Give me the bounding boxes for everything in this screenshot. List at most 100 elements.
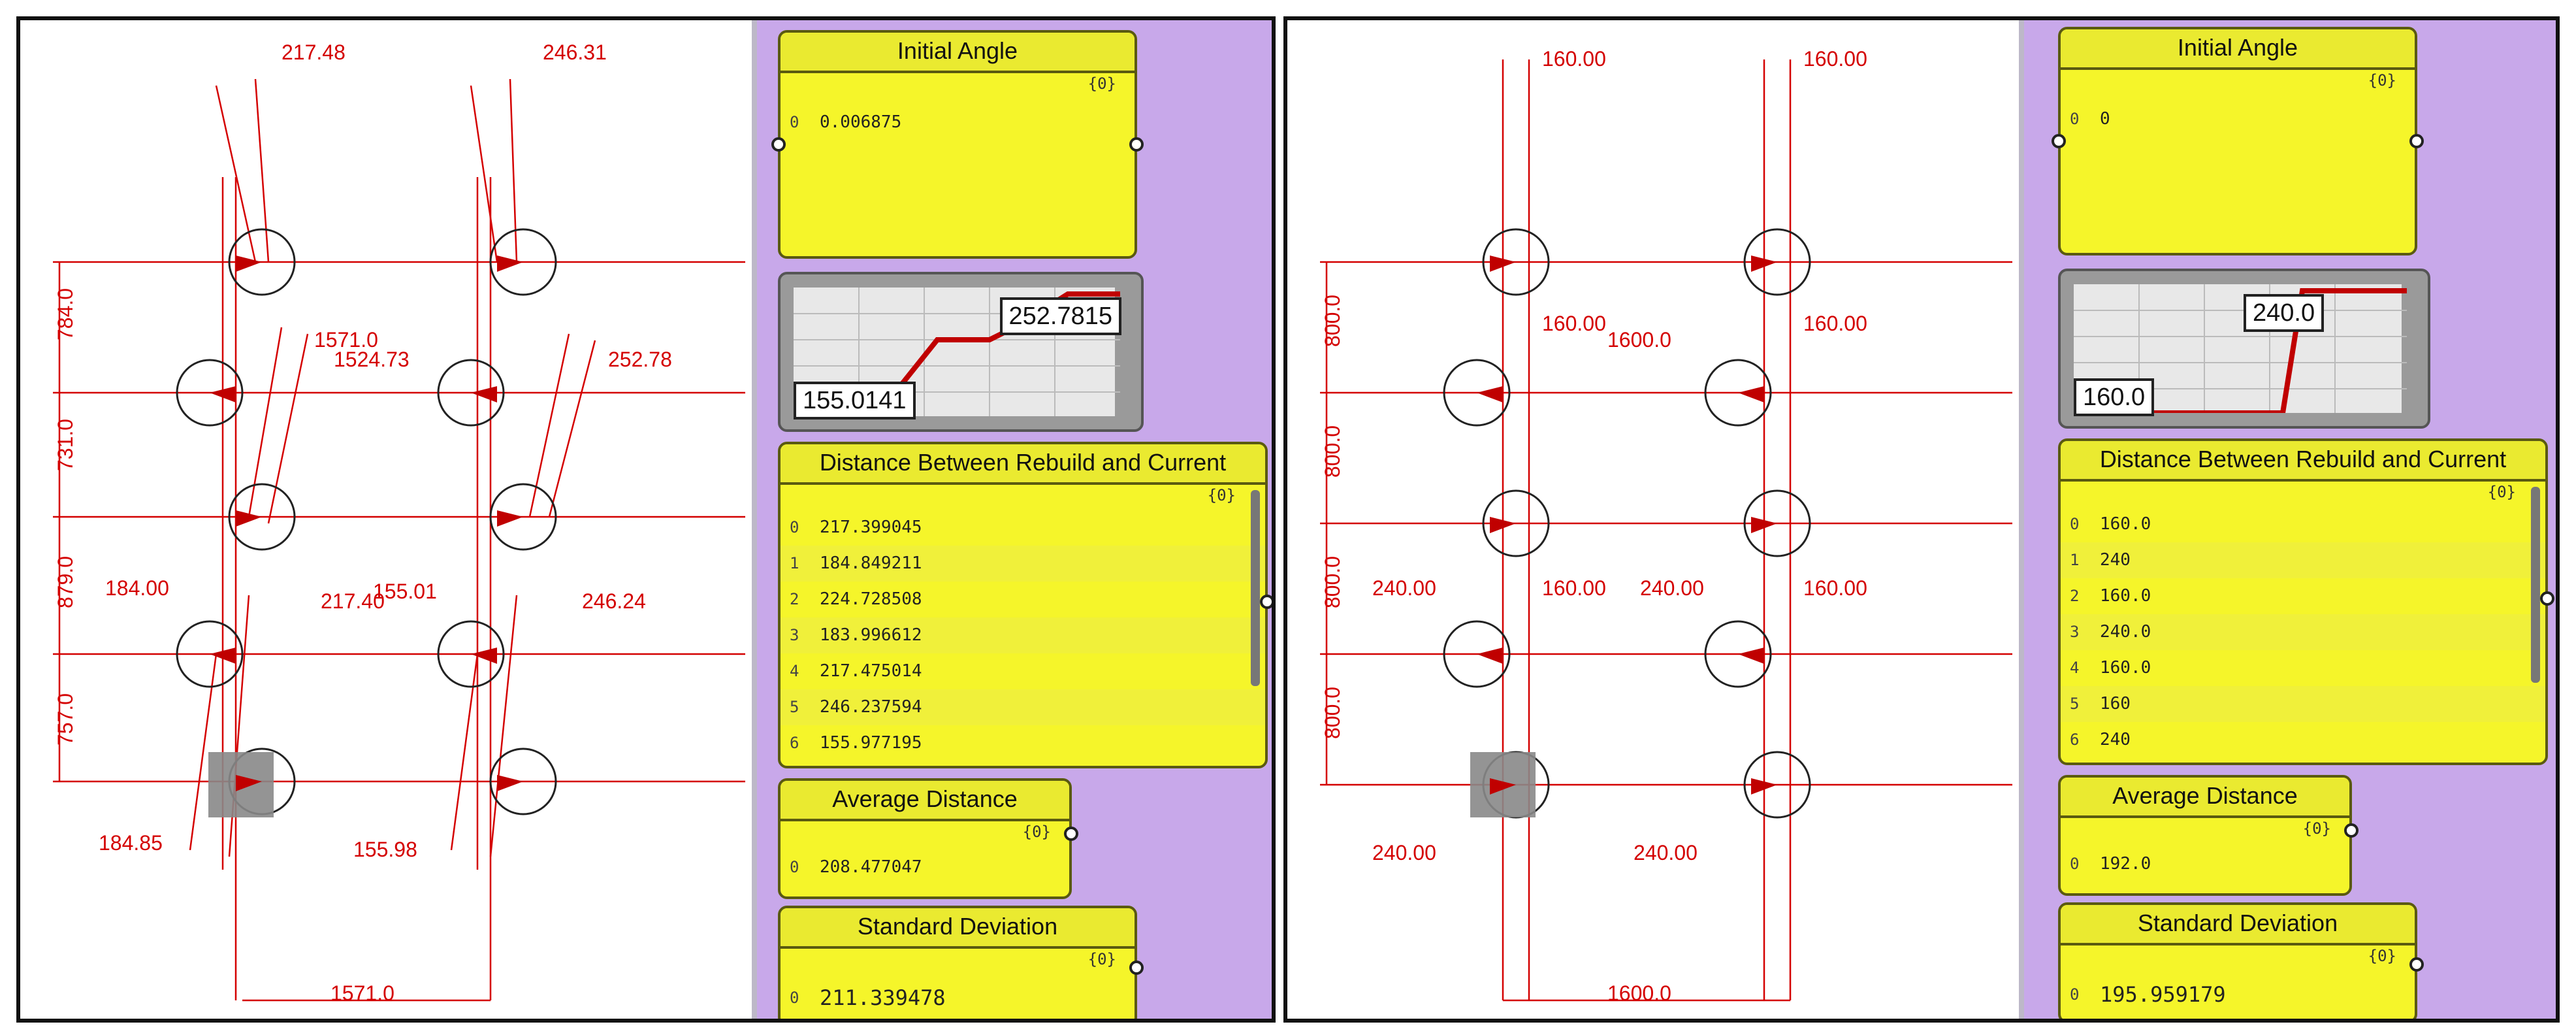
input-grip[interactable] (771, 137, 786, 152)
output-grip[interactable] (2409, 134, 2424, 148)
output-grip[interactable] (2409, 957, 2424, 972)
row-index: 0 (2070, 985, 2080, 1004)
row-index: 1 (790, 554, 799, 572)
distance-panel[interactable]: Distance Between Rebuild and Current {0}… (2058, 438, 2554, 765)
panel-title: Average Distance (781, 781, 1069, 821)
row-value: 240 (2100, 730, 2131, 749)
row-index: 0 (790, 989, 799, 1007)
row-index: 1 (2070, 551, 2080, 569)
row-value: 224.728508 (820, 589, 922, 609)
row-index: 5 (2070, 695, 2080, 713)
dim-label: 240.00 (1372, 841, 1436, 864)
right-panel: 160.00 160.00 160.00 1600.0 160.00 240.0… (1283, 16, 2560, 1023)
graph-min-label: 160.0 (2074, 378, 2155, 416)
dim-label: 252.78 (608, 348, 672, 371)
row-index: 0 (2070, 515, 2080, 533)
dim-label: 155.01 (373, 580, 437, 603)
graph-mapper[interactable]: 160.0 240.0 (2058, 269, 2430, 429)
output-grip[interactable] (1129, 137, 1144, 152)
row-index: 0 (790, 113, 799, 131)
right-cad-viewport[interactable]: 160.00 160.00 160.00 1600.0 160.00 240.0… (1287, 20, 2019, 1020)
list-item: 4 217.475014 (781, 653, 1265, 689)
row-value: 211.339478 (820, 985, 946, 1010)
dim-label: 240.00 (1372, 576, 1436, 600)
row-index: 4 (2070, 659, 2080, 677)
average-distance-panel[interactable]: Average Distance {0} 0 192.0 (2058, 775, 2359, 896)
initial-angle-panel[interactable]: Initial Angle {0} 0 0.006875 (771, 30, 1144, 259)
panel-title: Standard Deviation (781, 908, 1135, 949)
data-path: {0} (2302, 819, 2331, 838)
dim-label: 1600.0 (1607, 981, 1671, 1005)
dim-label: 800.0 (1321, 687, 1344, 739)
row-index: 6 (2070, 731, 2080, 749)
scrollbar[interactable] (2531, 487, 2540, 683)
initial-angle-panel[interactable]: Initial Angle {0} 00 (2052, 27, 2424, 255)
dim-label: 757.0 (54, 693, 77, 746)
input-grip[interactable] (2052, 134, 2066, 148)
row-value: 240 (2100, 550, 2131, 570)
scrollbar[interactable] (1251, 490, 1260, 686)
row-value: 246.237594 (820, 697, 922, 717)
row-index: 0 (2070, 855, 2080, 873)
data-path: {0} (1087, 74, 1116, 93)
graph-mapper[interactable]: 155.0141 252.7815 (778, 272, 1144, 432)
row-index: 2 (790, 590, 799, 608)
row-value: 195.959179 (2100, 982, 2226, 1007)
data-path: {0} (1207, 486, 1236, 504)
row-value: 240.0 (2100, 622, 2151, 642)
dim-label: 800.0 (1321, 556, 1344, 608)
average-distance-panel[interactable]: Average Distance {0} 0 208.477047 (778, 778, 1078, 899)
row-index: 0 (790, 518, 799, 536)
row-index: 6 (790, 734, 799, 752)
grasshopper-canvas[interactable]: Initial Angle {0} 0 0.006875 155.0141 25… (752, 20, 1272, 1019)
row-value: 183.996612 (820, 625, 922, 645)
dim-label: 160.00 (1803, 47, 1867, 71)
dim-label: 184.85 (99, 831, 163, 855)
list-item: 4 160.0 (2061, 650, 2545, 686)
list-item: 0 208.477047 (781, 849, 1069, 885)
dim-label: 160.00 (1803, 312, 1867, 335)
left-cad-viewport[interactable]: 217.48 246.31 1571.0 1524.73 252.78 184.… (20, 20, 752, 1020)
list-item: 2 224.728508 (781, 582, 1265, 617)
panel-title: Distance Between Rebuild and Current (2061, 441, 2545, 482)
panel-title: Initial Angle (781, 33, 1135, 73)
standard-deviation-panel[interactable]: Standard Deviation {0} 0 211.339478 (778, 906, 1144, 1019)
panel-title: Distance Between Rebuild and Current (781, 444, 1265, 485)
row-index: 3 (790, 626, 799, 644)
standard-deviation-panel[interactable]: Standard Deviation {0} 0 195.959179 (2058, 902, 2424, 1019)
row-index: 0 (790, 858, 799, 876)
row-index: 4 (790, 662, 799, 680)
list-item: 6 240 (2061, 722, 2545, 758)
row-value: 192.0 (2100, 854, 2151, 874)
list-item: 0 160.0 (2061, 506, 2545, 542)
dim-label: 160.00 (1542, 576, 1606, 600)
grasshopper-canvas[interactable]: Initial Angle {0} 00 160.0 240.0 Distanc… (2019, 20, 2556, 1019)
list-item: 5 160 (2061, 686, 2545, 722)
dim-label: 784.0 (54, 288, 77, 340)
output-grip[interactable] (2540, 591, 2554, 606)
left-panel: 217.48 246.31 1571.0 1524.73 252.78 184.… (16, 16, 1276, 1023)
list-item: 1 184.849211 (781, 546, 1265, 582)
row-value: 160.0 (2100, 586, 2151, 606)
row-index: 2 (2070, 587, 2080, 605)
list-item: 2 160.0 (2061, 578, 2545, 614)
dim-label: 160.00 (1542, 47, 1606, 71)
row-value: 160.0 (2100, 514, 2151, 534)
output-grip[interactable] (1064, 827, 1078, 841)
output-grip[interactable] (1129, 961, 1144, 975)
row-value: 217.475014 (820, 661, 922, 681)
list-item: 6 155.977195 (781, 725, 1265, 761)
dim-label: 731.0 (54, 419, 77, 471)
dim-label: 240.00 (1634, 841, 1698, 864)
distance-panel[interactable]: Distance Between Rebuild and Current {0}… (778, 442, 1272, 768)
output-grip[interactable] (2344, 823, 2359, 838)
row-value: 0 (2100, 109, 2110, 129)
dim-label: 246.24 (582, 589, 646, 613)
panel-title: Standard Deviation (2061, 905, 2415, 945)
list-item: 0 0.006875 (781, 105, 1135, 140)
output-grip[interactable] (1260, 595, 1272, 609)
data-path: {0} (1087, 950, 1116, 968)
row-value: 217.399045 (820, 518, 922, 537)
list-item: 00 (2061, 101, 2415, 137)
row-value: 155.977195 (820, 733, 922, 753)
